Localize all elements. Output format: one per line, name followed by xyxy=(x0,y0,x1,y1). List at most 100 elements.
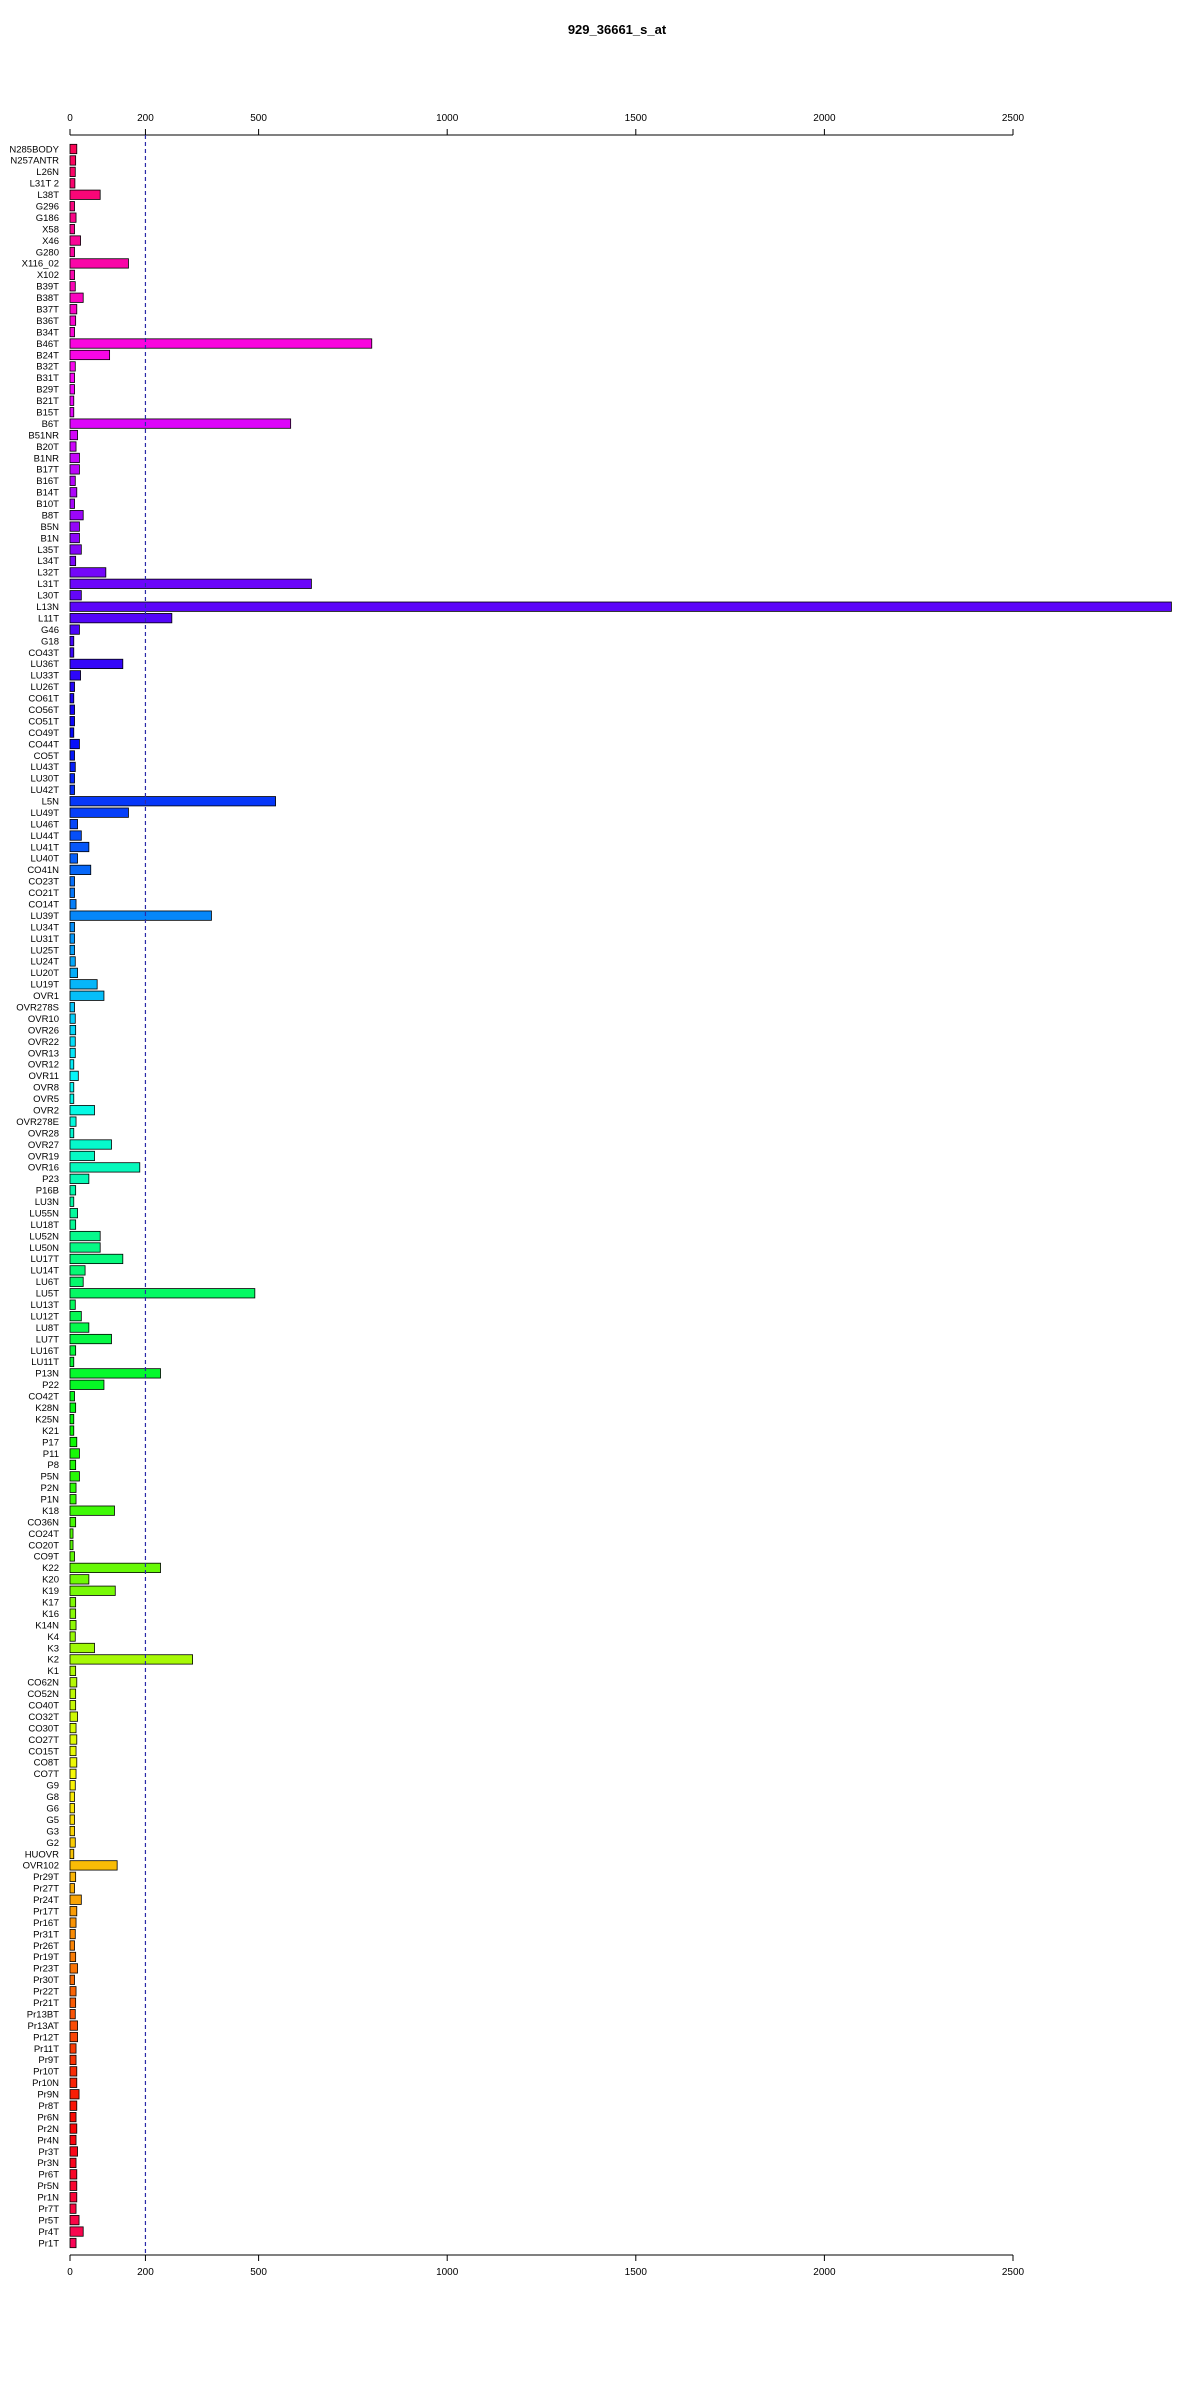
category-label: CO42T xyxy=(28,1392,59,1403)
bar xyxy=(69,1871,77,1882)
axis-tick-label: 2500 xyxy=(1002,113,1025,124)
category-label: CO24T xyxy=(28,1529,59,1540)
category-label: L13N xyxy=(36,602,59,613)
bar xyxy=(69,498,75,509)
category-label: B1NR xyxy=(34,453,59,464)
category-label: OVR28 xyxy=(28,1128,59,1139)
category-label: CO43T xyxy=(28,648,59,659)
category-label: L38T xyxy=(37,190,59,201)
category-label: B29T xyxy=(36,385,59,396)
category-label: LU43T xyxy=(30,762,59,773)
category-label: LU13T xyxy=(30,1300,59,1311)
bar xyxy=(69,1780,76,1791)
category-label: LU25T xyxy=(30,945,59,956)
bar xyxy=(69,1974,75,1985)
category-label: Pr4N xyxy=(37,2135,59,2146)
category-label: P17 xyxy=(42,1437,59,1448)
category-label: Pr29T xyxy=(33,1872,59,1883)
bar xyxy=(69,1517,77,1528)
category-label: CO32T xyxy=(28,1712,59,1723)
bar xyxy=(69,224,75,235)
bar xyxy=(69,372,75,383)
category-label: L26N xyxy=(36,167,59,178)
category-label: B17T xyxy=(36,465,59,476)
bar xyxy=(69,304,78,315)
bar xyxy=(69,292,84,303)
bar xyxy=(69,1745,77,1757)
category-label: LU14T xyxy=(30,1266,59,1277)
category-label: LU31T xyxy=(30,934,59,945)
bar xyxy=(69,1963,78,1974)
category-label: L31T xyxy=(37,579,59,590)
bar xyxy=(69,1196,75,1207)
bar xyxy=(69,2020,78,2031)
bar xyxy=(69,1917,77,1928)
bar xyxy=(69,1070,79,1081)
category-label: CO52N xyxy=(27,1689,59,1700)
axis-tick-label: 2500 xyxy=(1002,2267,1025,2278)
bar xyxy=(69,727,75,738)
category-label: K2 xyxy=(47,1655,59,1666)
bar xyxy=(69,944,75,956)
category-label: P22 xyxy=(42,1380,59,1391)
category-label: Pr13BT xyxy=(27,2009,59,2020)
category-label: OVR12 xyxy=(28,1060,59,1071)
bar xyxy=(69,1425,75,1436)
bar xyxy=(69,1436,78,1448)
bar xyxy=(69,1150,95,1162)
bar xyxy=(69,1391,75,1402)
category-label: Pr1N xyxy=(37,2193,59,2204)
category-label: K17 xyxy=(42,1598,59,1609)
bar xyxy=(69,487,78,498)
category-label: B14T xyxy=(36,488,59,499)
bar xyxy=(69,1139,112,1150)
bar xyxy=(69,601,1172,612)
category-label: HUOVR xyxy=(25,1849,59,1860)
category-label: Pr24T xyxy=(33,1895,59,1906)
category-label: B10T xyxy=(36,499,59,510)
category-label: OVR27 xyxy=(28,1140,59,1151)
bar xyxy=(69,258,129,269)
category-label: OVR16 xyxy=(28,1163,59,1174)
bar xyxy=(69,2215,80,2226)
bar xyxy=(69,578,312,589)
bar xyxy=(69,1837,76,1848)
category-label: CO8T xyxy=(34,1758,60,1769)
category-label: OVR26 xyxy=(28,1025,59,1036)
category-label: LU17T xyxy=(30,1254,59,1265)
bar xyxy=(69,1631,76,1642)
category-label: G2 xyxy=(46,1838,59,1849)
category-label: X58 xyxy=(42,224,59,235)
bar xyxy=(69,2226,84,2237)
bar xyxy=(69,1322,90,1333)
category-label: LU49T xyxy=(30,808,59,819)
bar xyxy=(69,201,75,212)
bar xyxy=(69,1791,75,1802)
category-label: OVR278E xyxy=(16,1117,59,1128)
bar xyxy=(69,1219,77,1230)
category-label: K14N xyxy=(35,1620,59,1631)
category-label: L30T xyxy=(37,591,59,602)
category-label: LU7T xyxy=(36,1334,59,1345)
category-label: Pr10T xyxy=(33,2067,59,2078)
bar xyxy=(69,967,78,978)
category-label: LU11T xyxy=(31,1357,59,1368)
bar xyxy=(69,990,105,1001)
bar xyxy=(69,1105,95,1116)
bar xyxy=(69,1368,161,1379)
category-label: LU50N xyxy=(29,1243,59,1254)
category-label: G186 xyxy=(36,213,59,224)
category-label: B38T xyxy=(36,293,59,304)
bar xyxy=(69,1047,76,1059)
category-label: B15T xyxy=(36,407,59,418)
bar xyxy=(69,1002,75,1013)
bar xyxy=(69,464,80,475)
bar xyxy=(69,510,84,521)
category-label: Pr10N xyxy=(32,2078,59,2089)
bar xyxy=(69,956,76,967)
bar xyxy=(69,1562,161,1573)
bar xyxy=(69,1997,77,2008)
axis-tick-label: 200 xyxy=(137,2267,154,2278)
bar xyxy=(69,2157,77,2168)
bar xyxy=(69,2043,77,2054)
